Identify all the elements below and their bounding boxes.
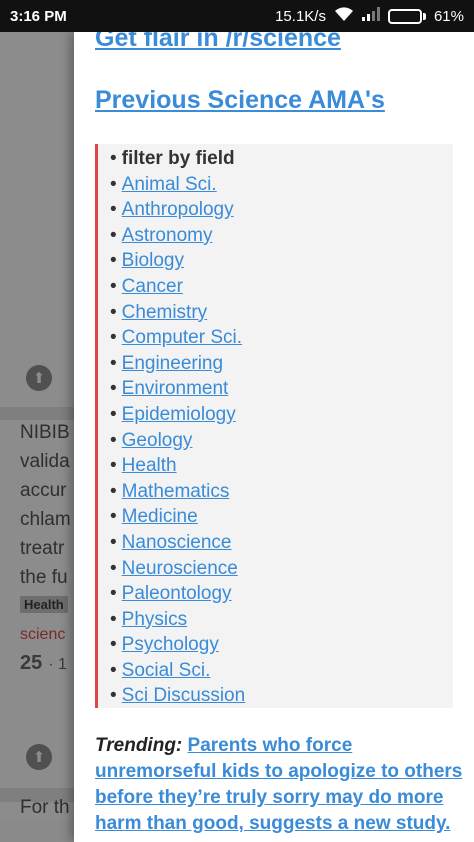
filter-field-link[interactable]: Psychology: [122, 634, 219, 655]
filter-field-link[interactable]: Computer Sci.: [122, 327, 242, 348]
bullet: •: [110, 634, 117, 656]
filter-field-link[interactable]: Epidemiology: [122, 404, 236, 425]
bullet: •: [110, 531, 117, 553]
score-value: 25: [20, 652, 43, 674]
filter-heading-item: • filter by field: [110, 146, 453, 172]
filter-field-item: • Paleontology: [110, 581, 453, 607]
bullet: •: [110, 327, 117, 349]
filter-field-item: • Anthropology: [110, 197, 453, 223]
trending-label: Trending:: [95, 735, 183, 756]
bullet: •: [110, 378, 117, 400]
bullet: •: [110, 608, 117, 630]
filter-field-item: • Sci Discussion: [110, 683, 453, 709]
filter-field-link[interactable]: Medicine: [122, 506, 198, 527]
filter-field-link[interactable]: Paleontology: [122, 583, 232, 604]
post-subreddit: scienc: [20, 626, 66, 643]
filter-field-link[interactable]: Geology: [122, 430, 193, 451]
filter-field-item: • Biology: [110, 248, 453, 274]
filter-field-link[interactable]: Environment: [122, 378, 229, 399]
previous-ama-link[interactable]: Previous Science AMA's: [95, 86, 385, 115]
battery-icon: [387, 8, 426, 24]
bullet: •: [110, 224, 117, 246]
post-score: 25 · 1: [20, 652, 67, 675]
filter-field-item: • Neuroscience: [110, 556, 453, 582]
network-speed: 15.1K/s: [275, 7, 326, 25]
bullet: •: [110, 352, 117, 374]
status-bar: 3:16 PM 15.1K/s 61%: [0, 0, 474, 32]
trending-section: Trending: Parents who force unremorseful…: [95, 733, 465, 837]
filter-field-item: • Nanoscience: [110, 530, 453, 556]
filter-field-item: • Medicine: [110, 504, 453, 530]
filter-field-item: • Chemistry: [110, 300, 453, 326]
filter-field-item: • Geology: [110, 428, 453, 454]
filter-field-link[interactable]: Neuroscience: [122, 558, 238, 579]
filter-by-field-box: • filter by field • Animal Sci. • Anthropolo…: [95, 144, 453, 708]
filter-field-item: • Mathematics: [110, 479, 453, 505]
bullet: •: [110, 148, 117, 169]
filter-field-item: • Computer Sci.: [110, 325, 453, 351]
filter-field-link[interactable]: Chemistry: [122, 302, 208, 323]
battery-percent: 61%: [433, 7, 464, 25]
bullet: •: [110, 659, 117, 681]
filter-field-link[interactable]: Engineering: [122, 353, 223, 374]
filter-field-link[interactable]: Animal Sci.: [122, 174, 217, 195]
bullet: •: [110, 455, 117, 477]
filter-heading: filter by field: [121, 148, 235, 169]
bullet: •: [110, 583, 117, 605]
filter-field-item: • Physics: [110, 607, 453, 633]
filter-field-link[interactable]: Health: [122, 455, 177, 476]
status-time: 3:16 PM: [10, 7, 67, 25]
post-title: NIBIB valida accur chlam treatr the fu: [20, 422, 71, 588]
status-right: 15.1K/s 61%: [275, 6, 464, 26]
wifi-icon: [334, 6, 354, 26]
filter-field-item: • Psychology: [110, 632, 453, 658]
bullet: •: [110, 250, 117, 272]
signal-icon: [361, 7, 380, 25]
filter-field-item: • Cancer: [110, 274, 453, 300]
bullet: •: [110, 429, 117, 451]
bullet: •: [110, 480, 117, 502]
bullet: •: [110, 403, 117, 425]
bullet: •: [110, 685, 117, 707]
filter-field-item: • Social Sci.: [110, 658, 453, 684]
bullet: •: [110, 506, 117, 528]
bullet: •: [110, 199, 117, 221]
get-flair-link[interactable]: Get flair in /r/science: [95, 32, 341, 53]
filter-field-link[interactable]: Mathematics: [122, 481, 230, 502]
filter-field-link[interactable]: Biology: [122, 250, 184, 271]
next-post-title: For th: [20, 797, 70, 818]
upvote-icon: ⬆: [26, 365, 52, 391]
bullet: •: [110, 173, 117, 195]
sidebar-drawer: Get flair in /r/science Previous Science…: [74, 32, 474, 842]
filter-field-link[interactable]: Astronomy: [122, 225, 213, 246]
filter-field-item: • Health: [110, 453, 453, 479]
filter-field-link[interactable]: Nanoscience: [122, 532, 232, 553]
bullet: •: [110, 301, 117, 323]
filter-field-item: • Epidemiology: [110, 402, 453, 428]
filter-field-link[interactable]: Physics: [122, 609, 187, 630]
filter-field-link[interactable]: Cancer: [122, 276, 183, 297]
filter-field-link[interactable]: Anthropology: [122, 199, 234, 220]
upvote-icon: ⬆: [26, 744, 52, 770]
filter-field-link[interactable]: Sci Discussion: [122, 685, 246, 706]
post-flair: Health: [20, 596, 68, 613]
filter-field-item: • Engineering: [110, 351, 453, 377]
filter-list: • filter by field • Animal Sci. • Anthropolo…: [110, 146, 453, 709]
bullet: •: [110, 557, 117, 579]
filter-field-item: • Animal Sci.: [110, 172, 453, 198]
filter-field-item: • Astronomy: [110, 223, 453, 249]
filter-field-link[interactable]: Social Sci.: [122, 660, 211, 681]
score-suffix: · 1: [48, 656, 67, 673]
filter-field-item: • Environment: [110, 376, 453, 402]
bullet: •: [110, 275, 117, 297]
